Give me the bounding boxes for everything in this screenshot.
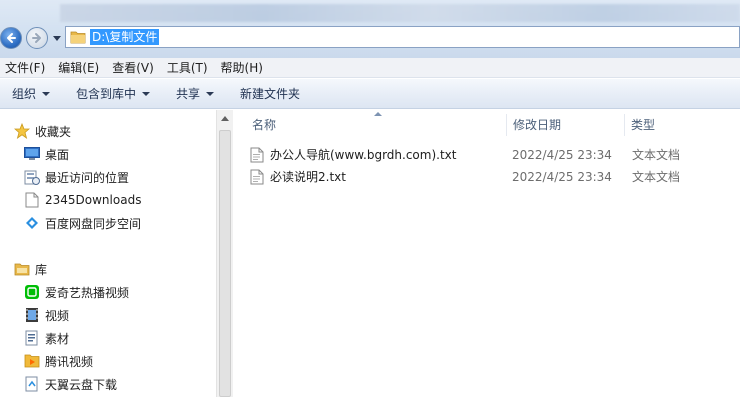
nav-item-label: 腾讯视频 xyxy=(45,354,94,369)
text-file-icon xyxy=(250,147,264,163)
organize-label: 组织 xyxy=(12,87,37,101)
nav-item-label: 2345Downloads xyxy=(45,193,142,207)
include-in-library-label: 包含到库中 xyxy=(76,87,137,101)
new-folder-button[interactable]: 新建文件夹 xyxy=(240,85,300,102)
nav-libraries-header[interactable]: 库 xyxy=(14,258,47,280)
iqiyi-icon xyxy=(24,284,40,300)
column-header-label: 类型 xyxy=(631,117,656,132)
nav-item-label: 桌面 xyxy=(45,147,70,162)
nav-item-label: 百度网盘同步空间 xyxy=(45,216,142,231)
file-list-pane: 名称 修改日期 类型 办公人导航(www.bgrdh.com).txt 2022… xyxy=(234,110,740,397)
nav-item-label: 视频 xyxy=(45,308,70,323)
column-header-row: 名称 修改日期 类型 xyxy=(234,110,740,138)
back-button[interactable] xyxy=(0,27,22,49)
nav-item-baidu-netdisk[interactable]: 百度网盘同步空间 xyxy=(24,212,141,234)
share-label: 共享 xyxy=(176,87,201,101)
menu-view[interactable]: 查看(V) xyxy=(107,59,162,77)
star-icon xyxy=(14,123,30,139)
back-arrow-icon xyxy=(7,33,16,43)
address-toolbar: D:\复制文件 xyxy=(0,0,740,58)
file-row[interactable]: 办公人导航(www.bgrdh.com).txt 2022/4/25 23:34… xyxy=(250,144,730,166)
chevron-down-icon xyxy=(53,36,61,41)
file-type: 文本文档 xyxy=(632,148,681,162)
address-path[interactable]: D:\复制文件 xyxy=(90,29,160,45)
new-folder-label: 新建文件夹 xyxy=(240,87,301,101)
nav-item-materials[interactable]: 素材 xyxy=(24,327,69,349)
organize-button[interactable]: 组织 xyxy=(12,85,51,102)
blurred-background-strip xyxy=(60,4,740,22)
nav-item-videos[interactable]: 视频 xyxy=(24,304,69,326)
folder-icon xyxy=(70,31,86,44)
nav-favorites-header[interactable]: 收藏夹 xyxy=(14,120,71,142)
tencent-video-icon xyxy=(24,353,40,369)
column-header-label: 修改日期 xyxy=(513,117,562,132)
column-divider[interactable] xyxy=(506,114,507,136)
navigation-pane: 收藏夹 桌面 最近访问的位置 2345Downloads 百度网盘同步空间 库 xyxy=(0,110,216,397)
nav-item-2345downloads[interactable]: 2345Downloads xyxy=(24,189,141,211)
menu-tools[interactable]: 工具(T) xyxy=(162,59,216,77)
tianyi-cloud-icon xyxy=(24,376,40,392)
column-header-label: 名称 xyxy=(252,117,277,132)
favorites-title: 收藏夹 xyxy=(35,124,72,139)
file-modified-date: 2022/4/25 23:34 xyxy=(512,170,612,184)
file-name: 办公人导航(www.bgrdh.com).txt xyxy=(270,148,457,162)
nav-item-tencent-video[interactable]: 腾讯视频 xyxy=(24,350,93,372)
file-type: 文本文档 xyxy=(632,170,681,184)
menu-edit[interactable]: 编辑(E) xyxy=(53,59,107,77)
column-header-type[interactable]: 类型 xyxy=(631,110,731,138)
libraries-title: 库 xyxy=(35,262,48,277)
chevron-down-icon xyxy=(142,91,151,96)
folder-icon xyxy=(24,192,40,208)
file-name: 必读说明2.txt xyxy=(270,170,346,184)
nav-item-tianyi-cloud[interactable]: 天翼云盘下载 xyxy=(24,373,117,395)
nav-item-label: 素材 xyxy=(45,331,70,346)
column-divider[interactable] xyxy=(624,114,625,136)
scroll-up-arrow-icon[interactable] xyxy=(221,116,229,121)
nav-item-recent-places[interactable]: 最近访问的位置 xyxy=(24,166,129,188)
file-row[interactable]: 必读说明2.txt 2022/4/25 23:34 文本文档 xyxy=(250,166,730,188)
recent-places-icon xyxy=(24,169,40,185)
nav-item-label: 爱奇艺热播视频 xyxy=(45,285,130,300)
nav-pane-scrollbar[interactable] xyxy=(216,110,233,397)
nav-item-iqiyi[interactable]: 爱奇艺热播视频 xyxy=(24,281,129,303)
include-in-library-button[interactable]: 包含到库中 xyxy=(76,85,151,102)
nav-item-label: 最近访问的位置 xyxy=(45,170,130,185)
baidu-netdisk-icon xyxy=(24,215,40,231)
nav-item-label: 天翼云盘下载 xyxy=(45,377,118,392)
library-icon xyxy=(14,261,30,277)
column-header-name[interactable]: 名称 xyxy=(252,110,507,138)
column-header-modified[interactable]: 修改日期 xyxy=(513,110,623,138)
forward-button[interactable] xyxy=(26,27,48,49)
share-button[interactable]: 共享 xyxy=(176,85,215,102)
file-modified-date: 2022/4/25 23:34 xyxy=(512,148,612,162)
text-file-icon xyxy=(250,169,264,185)
command-bar: 组织 包含到库中 共享 新建文件夹 xyxy=(0,79,740,109)
address-bar[interactable]: D:\复制文件 xyxy=(65,26,740,48)
menu-file[interactable]: 文件(F) xyxy=(0,59,53,77)
chevron-down-icon xyxy=(42,91,51,96)
document-library-icon xyxy=(24,330,40,346)
video-library-icon xyxy=(24,307,40,323)
recent-pages-dropdown[interactable] xyxy=(52,34,62,44)
menu-bar: 文件(F) 编辑(E) 查看(V) 工具(T) 帮助(H) xyxy=(0,58,740,78)
forward-arrow-icon xyxy=(32,33,41,43)
nav-item-desktop[interactable]: 桌面 xyxy=(24,143,69,165)
scrollbar-thumb[interactable] xyxy=(219,130,231,397)
chevron-down-icon xyxy=(206,91,215,96)
desktop-icon xyxy=(24,146,40,162)
menu-help[interactable]: 帮助(H) xyxy=(216,59,271,77)
